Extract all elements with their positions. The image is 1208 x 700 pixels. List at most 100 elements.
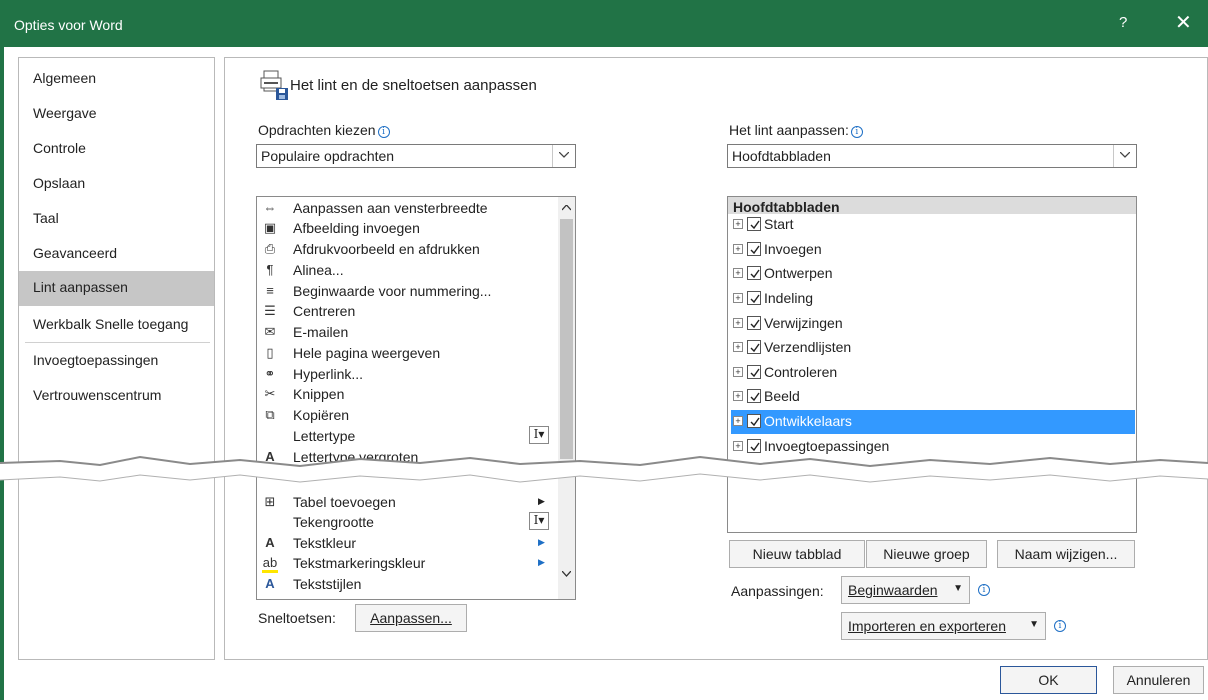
scroll-thumb[interactable] (560, 219, 573, 459)
text-cursor-icon: I▾ (529, 512, 549, 530)
nav-item-opslaan[interactable]: Opslaan (19, 167, 214, 201)
checkbox[interactable] (747, 340, 761, 354)
list-item[interactable]: Lettertype (293, 428, 355, 444)
tree-header: Hoofdtabbladen (728, 197, 1136, 215)
scroll-down-icon[interactable] (562, 571, 571, 577)
tree-item-label: Controleren (764, 364, 838, 380)
tree-item-invoegen[interactable]: + Invoegen (731, 238, 1135, 262)
nav-item-controle[interactable]: Controle (19, 132, 214, 166)
ribbon-label: Het lint aanpassen: i (729, 122, 863, 138)
tree-item-verwijzingen[interactable]: + Verwijzingen (731, 312, 1135, 336)
customize-shortcuts-button[interactable]: Aanpassen... (355, 604, 467, 632)
list-item[interactable]: Tekstkleur (293, 535, 356, 551)
expand-icon[interactable]: + (733, 342, 743, 352)
shortcut-label: Sneltoetsen: (258, 610, 336, 626)
caret-down-icon: ▼ (953, 583, 963, 594)
tree-item-indeling[interactable]: + Indeling (731, 287, 1135, 311)
commands-scrollbar[interactable] (558, 197, 575, 599)
nav-item-vertrouwenscentrum[interactable]: Vertrouwenscentrum (19, 379, 214, 413)
customizations-label: Aanpassingen: (731, 583, 824, 599)
list-item[interactable]: Tekstmarkeringskleur (293, 555, 425, 571)
expand-icon[interactable]: + (733, 318, 743, 328)
close-button[interactable]: ✕ (1175, 10, 1192, 35)
checkbox[interactable] (747, 365, 761, 379)
import-export-dropdown[interactable]: Importeren en exporteren ▼ (841, 612, 1046, 640)
list-item[interactable]: Knippen (293, 386, 344, 402)
list-item[interactable]: Beginwaarde voor nummering... (293, 283, 491, 299)
nav-item-invoegtoepassingen[interactable]: Invoegtoepassingen (19, 344, 214, 378)
list-item[interactable]: Centreren (293, 303, 355, 319)
scroll-up-icon[interactable] (562, 205, 571, 211)
list-item[interactable]: Kopiëren (293, 407, 349, 423)
checkbox[interactable] (747, 291, 761, 305)
new-tab-button[interactable]: Nieuw tabblad (729, 540, 865, 568)
list-item[interactable]: Tekststijlen (293, 576, 361, 594)
checkbox[interactable] (747, 217, 761, 231)
tree-item-label: Verzendlijsten (764, 339, 852, 355)
list-item[interactable]: Alinea... (293, 262, 344, 278)
nav-item-geavanceerd[interactable]: Geavanceerd (19, 237, 214, 271)
expand-icon[interactable]: + (733, 416, 743, 426)
expand-icon[interactable]: + (733, 219, 743, 229)
window-border (0, 47, 4, 700)
import-export-label: Importeren en exporteren (848, 618, 1006, 634)
ok-button[interactable]: OK (1000, 666, 1097, 694)
list-item[interactable]: E-mailen (293, 324, 348, 340)
chevron-down-icon[interactable] (552, 145, 575, 167)
checkbox[interactable] (747, 414, 761, 428)
numbering-icon: ≡ (266, 283, 274, 298)
expand-icon[interactable]: + (733, 293, 743, 303)
checkbox[interactable] (747, 242, 761, 256)
tree-item-label: Verwijzingen (764, 315, 843, 331)
tree-item-beeld[interactable]: + Beeld (731, 385, 1135, 409)
nav-item-algemeen[interactable]: Algemeen (19, 62, 214, 96)
expand-icon[interactable]: + (733, 391, 743, 401)
list-item[interactable]: Hyperlink... (293, 366, 363, 382)
info-icon[interactable]: i (377, 126, 390, 138)
list-item[interactable]: Tekengrootte (293, 514, 374, 530)
commands-source-select[interactable]: Populaire opdrachten (256, 144, 576, 168)
help-button[interactable]: ? (1119, 14, 1127, 31)
checkbox[interactable] (747, 389, 761, 403)
styles-icon: A (265, 576, 275, 591)
tree-item-ontwerpen[interactable]: + Ontwerpen (731, 262, 1135, 286)
cancel-button[interactable]: Annuleren (1113, 666, 1204, 694)
info-icon[interactable]: i (1054, 620, 1066, 632)
list-item[interactable]: Aanpassen aan vensterbreedte (293, 200, 488, 216)
list-item[interactable]: Afbeelding invoegen (293, 220, 420, 236)
tree-item-ontwikkelaars[interactable]: + Ontwikkelaars (731, 410, 1135, 434)
ribbon-tabs-select[interactable]: Hoofdtabbladen (727, 144, 1137, 168)
nav-item-weergave[interactable]: Weergave (19, 97, 214, 131)
list-item[interactable]: Tabel toevoegen (293, 494, 396, 510)
info-icon[interactable]: i (850, 126, 863, 138)
tree-item-start[interactable]: + Start (731, 213, 1135, 237)
tree-item-verzendlijsten[interactable]: + Verzendlijsten (731, 336, 1135, 360)
font-color-icon: A (265, 535, 275, 550)
list-item[interactable]: Hele pagina weergeven (293, 345, 440, 361)
expand-icon[interactable]: + (733, 268, 743, 278)
chevron-down-icon[interactable] (1113, 145, 1136, 167)
rename-button[interactable]: Naam wijzigen... (997, 540, 1135, 568)
submenu-arrow-icon: ▶ (538, 496, 545, 506)
tree-item-label: Beeld (764, 388, 800, 404)
commands-label: Opdrachten kiezen i (258, 122, 390, 138)
commands-source-value: Populaire opdrachten (261, 148, 395, 164)
info-icon[interactable]: i (978, 584, 990, 596)
nav-item-werkbalk[interactable]: Werkbalk Snelle toegang (19, 308, 214, 342)
reset-dropdown[interactable]: Beginwaarden ▼ (841, 576, 970, 604)
torn-edge (0, 455, 1208, 483)
customize-ribbon-icon (260, 70, 288, 100)
expand-icon[interactable]: + (733, 367, 743, 377)
customize-shortcuts-label: Aanpassen... (370, 610, 452, 626)
ribbon-label-text: Het lint aanpassen: (729, 122, 849, 138)
paragraph-icon: ¶ (266, 262, 274, 277)
new-group-button[interactable]: Nieuwe groep (866, 540, 987, 568)
list-item[interactable]: Afdrukvoorbeeld en afdrukken (293, 241, 480, 257)
nav-item-lint-aanpassen[interactable]: Lint aanpassen (19, 271, 214, 306)
tree-item-label: Indeling (764, 290, 814, 306)
expand-icon[interactable]: + (733, 244, 743, 254)
tree-item-controleren[interactable]: + Controleren (731, 361, 1135, 385)
nav-item-taal[interactable]: Taal (19, 202, 214, 236)
checkbox[interactable] (747, 266, 761, 280)
checkbox[interactable] (747, 316, 761, 330)
